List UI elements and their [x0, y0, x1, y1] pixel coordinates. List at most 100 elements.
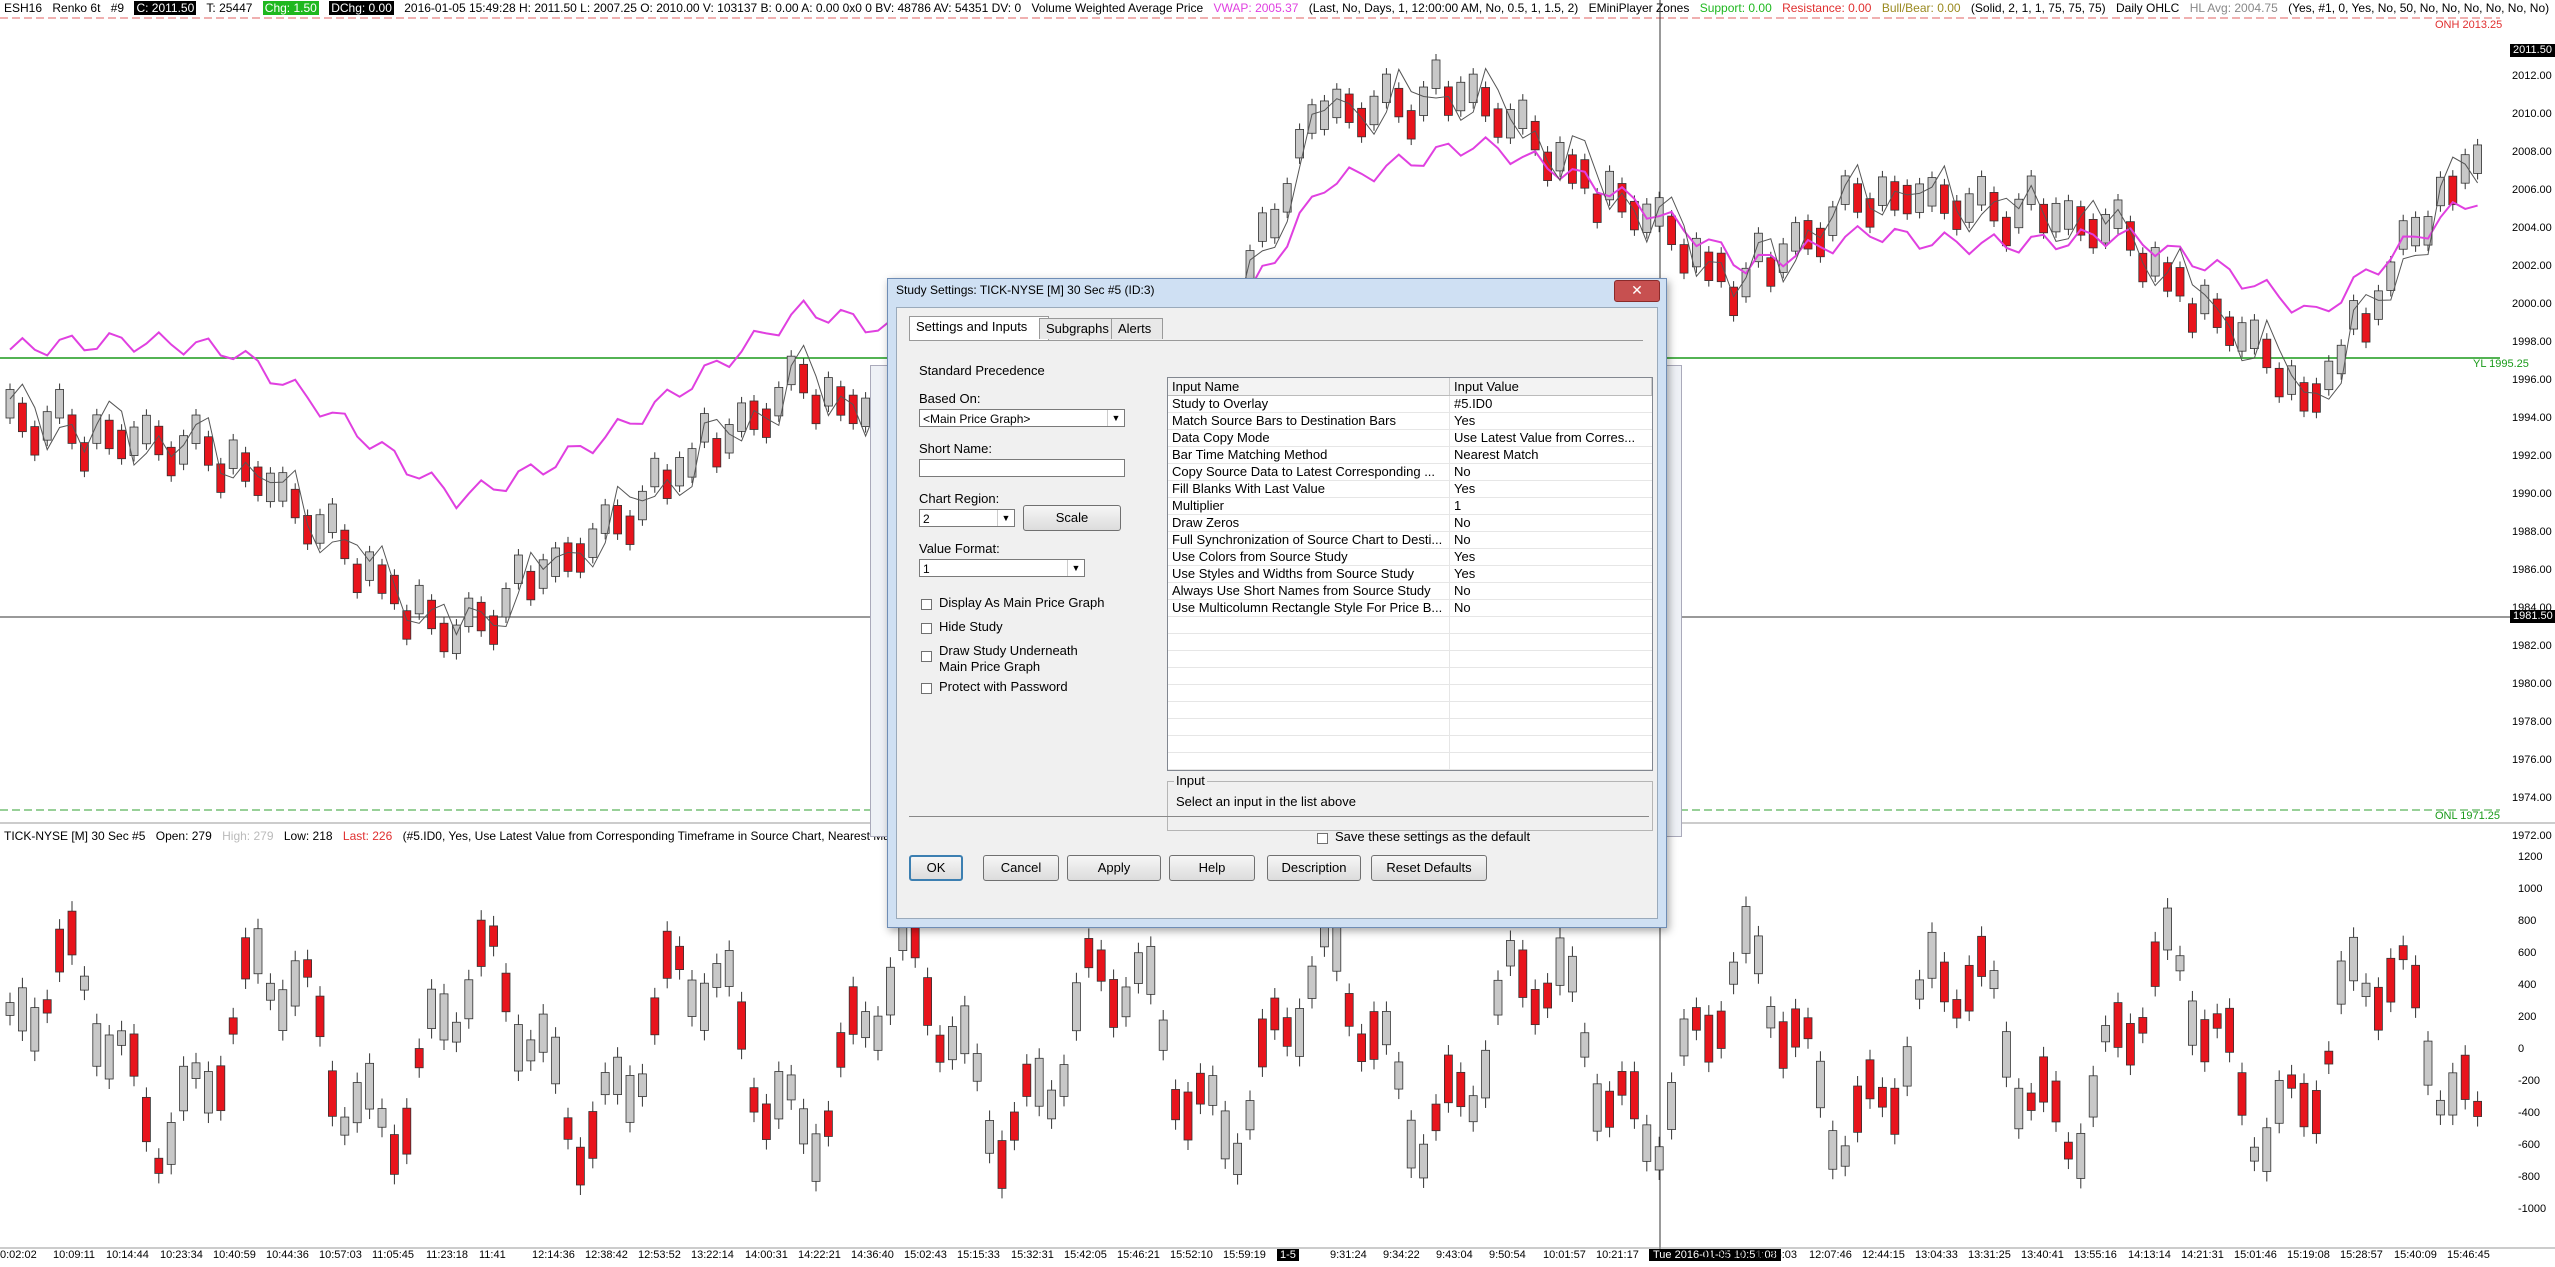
input-value-cell[interactable]: 1	[1450, 498, 1650, 515]
input-value-cell[interactable]: Yes	[1450, 413, 1650, 430]
tick-candle	[414, 1048, 424, 1069]
input-value-cell[interactable]: No	[1450, 583, 1650, 600]
tick-axis-label: -600	[2518, 1139, 2541, 1151]
draw-study-underneath-checkbox[interactable]	[921, 651, 932, 662]
hide-study-checkbox[interactable]	[921, 623, 932, 634]
table-row[interactable]: Multiplier 1	[1168, 498, 1652, 515]
table-row[interactable]	[1168, 736, 1652, 753]
table-row[interactable]: Use Multicolumn Rectangle Style For Pric…	[1168, 600, 1652, 617]
tick-candle	[2187, 1000, 2197, 1046]
price-axis-label: 1974.00	[2512, 792, 2552, 804]
chart-region-dropdown[interactable]: 2 ▼	[919, 509, 1015, 527]
table-row[interactable]: Match Source Bars to Destination Bars Yes	[1168, 413, 1652, 430]
table-row[interactable]: Draw Zeros No	[1168, 515, 1652, 532]
tick-candle	[2361, 982, 2371, 998]
tick-candle	[154, 1157, 164, 1174]
table-row[interactable]	[1168, 702, 1652, 719]
table-row[interactable]: Always Use Short Names from Source Study…	[1168, 583, 1652, 600]
input-value-cell[interactable]: Yes	[1450, 566, 1650, 583]
tick-candle	[166, 1122, 176, 1165]
tick-candle	[1406, 1119, 1416, 1169]
input-value-cell[interactable]	[1450, 634, 1650, 651]
input-value-cell[interactable]: No	[1450, 532, 1650, 549]
price-candle	[749, 400, 759, 430]
input-value-cell[interactable]: No	[1450, 600, 1650, 617]
table-row[interactable]: Bar Time Matching Method Nearest Match	[1168, 447, 1652, 464]
input-name-cell: Multiplier	[1168, 498, 1450, 515]
input-value-cell[interactable]: Nearest Match	[1450, 447, 1650, 464]
input-value-cell[interactable]	[1450, 668, 1650, 685]
table-row[interactable]: Full Synchronization of Source Chart to …	[1168, 532, 1652, 549]
input-value-header[interactable]: Input Value	[1450, 378, 1652, 395]
tick-candle	[80, 975, 89, 991]
scale-button[interactable]: Scale	[1023, 505, 1121, 531]
table-row[interactable]	[1168, 634, 1652, 651]
table-row[interactable]	[1168, 719, 1652, 736]
tick-candle	[675, 945, 684, 970]
price-candle	[365, 551, 375, 581]
price-candle	[2063, 200, 2073, 230]
tab-settings-and-inputs[interactable]: Settings and Inputs	[909, 316, 1049, 340]
tick-candle	[737, 1001, 746, 1050]
input-value-cell[interactable]	[1450, 685, 1650, 702]
save-default-checkbox[interactable]	[1317, 833, 1328, 844]
input-value-cell[interactable]	[1450, 719, 1650, 736]
apply-button[interactable]: Apply	[1067, 855, 1161, 881]
table-row[interactable]: Copy Source Data to Latest Corresponding…	[1168, 464, 1652, 481]
protect-with-password-checkbox[interactable]	[921, 683, 932, 694]
input-value-cell[interactable]: Use Latest Value from Corres...	[1450, 430, 1650, 447]
reset-defaults-button[interactable]: Reset Defaults	[1371, 855, 1487, 881]
close-button[interactable]: ✕	[1614, 280, 1660, 302]
tick-candle	[5, 1002, 15, 1016]
table-row[interactable]	[1168, 685, 1652, 702]
time-axis-label: 12:38:42	[585, 1249, 628, 1261]
table-row[interactable]	[1168, 617, 1652, 634]
price-candle	[1357, 107, 1366, 138]
input-value-cell[interactable]: Yes	[1450, 549, 1650, 566]
table-row[interactable]: Use Styles and Widths from Source Study Y…	[1168, 566, 1652, 583]
tick-candle	[923, 977, 932, 1026]
input-value-cell[interactable]: No	[1450, 464, 1650, 481]
tab-alerts[interactable]: Alerts	[1111, 318, 1163, 339]
input-name-header[interactable]: Input Name	[1168, 378, 1450, 395]
tab-subgraphs[interactable]: Subgraphs	[1039, 318, 1121, 339]
input-value-cell[interactable]: #5.ID0	[1450, 396, 1650, 413]
based-on-dropdown[interactable]: <Main Price Graph> ▼	[919, 409, 1125, 427]
tick-candle	[2373, 986, 2383, 1031]
table-row[interactable]	[1168, 651, 1652, 668]
input-value-cell[interactable]	[1450, 702, 1650, 719]
display-as-main-price-graph-checkbox[interactable]	[921, 599, 932, 610]
table-row[interactable]	[1168, 753, 1652, 770]
input-value-cell[interactable]: Yes	[1450, 481, 1650, 498]
tick-candle	[948, 1026, 957, 1061]
value-format-dropdown[interactable]: 1 ▼	[919, 559, 1085, 577]
study-settings-dialog[interactable]: Study Settings: TICK-NYSE [M] 30 Sec #5 …	[887, 278, 1667, 928]
tick-study-name: TICK-NYSE [M] 30 Sec #5	[4, 829, 146, 843]
cancel-button[interactable]: Cancel	[983, 855, 1059, 881]
tick-candle	[2200, 1019, 2210, 1063]
table-row[interactable]	[1168, 668, 1652, 685]
time-axis-label: 15:46:45	[2447, 1249, 2490, 1261]
input-value-cell[interactable]	[1450, 651, 1650, 668]
table-row[interactable]: Fill Blanks With Last Value Yes	[1168, 481, 1652, 498]
date-separator-tag: 1-5	[1277, 1249, 1299, 1261]
tick-axis-label: 0	[2518, 1043, 2525, 1055]
input-value-cell[interactable]	[1450, 736, 1650, 753]
time-axis-label: 10:21:17	[1596, 1249, 1639, 1261]
line-price-tag: 1981.50	[2510, 610, 2555, 623]
input-value-cell[interactable]: No	[1450, 515, 1650, 532]
ok-button[interactable]: OK	[909, 855, 963, 881]
description-button[interactable]: Description	[1267, 855, 1361, 881]
table-row[interactable]: Study to Overlay #5.ID0	[1168, 396, 1652, 413]
input-name-cell: Bar Time Matching Method	[1168, 447, 1450, 464]
inputs-grid[interactable]: Input Name Input Value Study to Overlay #…	[1167, 377, 1653, 771]
table-row[interactable]: Data Copy Mode Use Latest Value from Corr…	[1168, 430, 1652, 447]
input-value-cell[interactable]	[1450, 753, 1650, 770]
price-candle	[1369, 95, 1379, 126]
short-name-input[interactable]	[919, 459, 1125, 477]
tick-candle	[141, 1096, 151, 1143]
table-row[interactable]: Use Colors from Source Study Yes	[1168, 549, 1652, 566]
help-button[interactable]: Help	[1169, 855, 1255, 881]
tick-candle	[886, 966, 895, 1016]
input-value-cell[interactable]	[1450, 617, 1650, 634]
